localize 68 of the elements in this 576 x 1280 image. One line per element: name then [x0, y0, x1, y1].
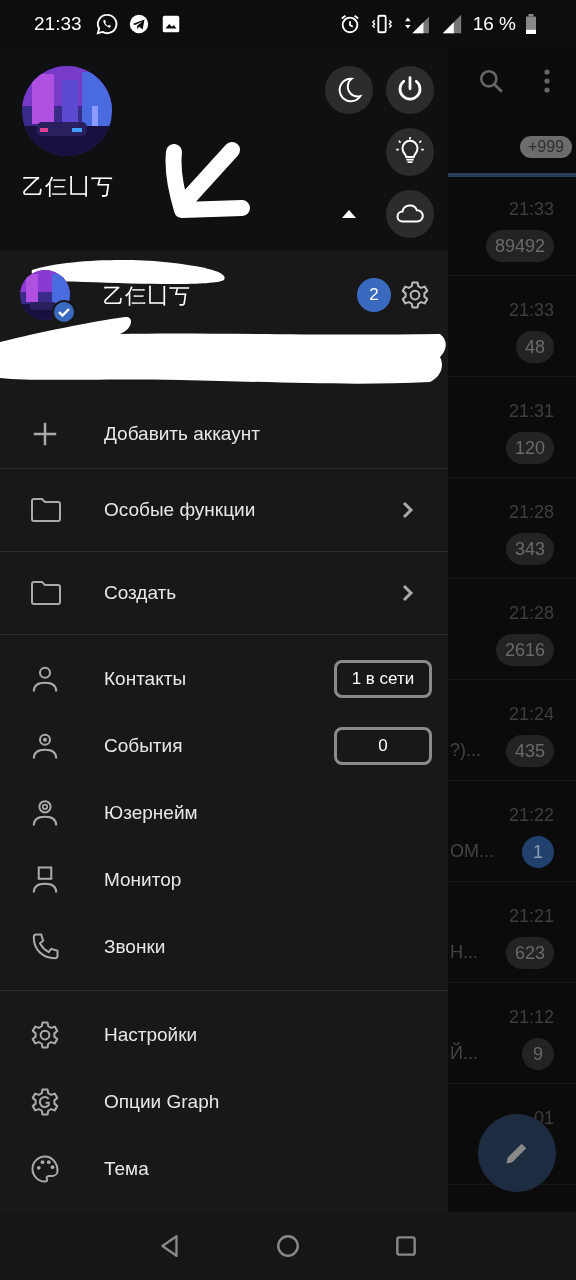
signal-icon [440, 13, 463, 35]
menu-item[interactable]: Звонки [0, 913, 448, 980]
folder-icon [30, 580, 62, 607]
gear-icon [30, 1086, 60, 1117]
chevron-icon [402, 501, 414, 520]
folder-item[interactable]: Создать [0, 552, 448, 634]
message-preview: Й... [450, 1043, 478, 1063]
menu-label: Тема [104, 1157, 149, 1180]
chevron-icon [402, 584, 414, 603]
add-account-item[interactable]: Добавить аккаунт [0, 400, 448, 469]
menu-label: Звонки [104, 935, 166, 958]
profile-name: 乙仨凵丂 [22, 173, 115, 201]
total-unread-badge: +999 [519, 136, 572, 158]
unread-count: 2 [357, 278, 391, 312]
settings-icon[interactable] [400, 280, 430, 310]
unread-badge: 89492 [485, 230, 554, 262]
lightbulb-button[interactable] [386, 128, 434, 176]
menu-label: Монитор [104, 868, 182, 891]
unread-badge: 435 [505, 735, 554, 767]
menu-label: Создать [104, 582, 177, 605]
chat-bubble-icon [95, 13, 118, 35]
person-monitor-icon [30, 864, 60, 895]
folder-item[interactable]: Особые функции [0, 469, 448, 552]
moon-button[interactable] [325, 66, 373, 114]
count-badge: 0 [334, 726, 432, 765]
unread-badge: 9 [522, 1038, 554, 1070]
unread-badge: 2616 [495, 634, 554, 666]
unread-badge: 343 [505, 533, 554, 565]
menu-item[interactable]: События 0 [0, 712, 448, 779]
menu-label: События [104, 734, 183, 757]
message-preview: Н... [450, 942, 478, 962]
folder-icon [30, 497, 62, 524]
menu-item[interactable]: Опции Graph [0, 1068, 448, 1135]
unread-badge: 120 [505, 432, 554, 464]
menu-label: Юзернейм [104, 801, 198, 824]
message-preview: ?)... [450, 740, 481, 760]
unread-badge: 48 [515, 331, 554, 363]
vibrate-icon [370, 13, 393, 35]
menu-label: Опции Graph [104, 1090, 220, 1113]
menu-item[interactable]: Настройки [0, 1001, 448, 1068]
count-badge: 1 в сети [334, 659, 432, 698]
more-icon[interactable] [544, 69, 550, 93]
menu-label: Настройки [104, 1023, 198, 1046]
cloud-button[interactable] [386, 190, 434, 238]
menu-item[interactable]: Монитор [0, 846, 448, 913]
account-name: 乙仨凵丂 [103, 283, 191, 309]
menu-label: Добавить аккаунт [104, 423, 260, 446]
power-button[interactable] [386, 66, 434, 114]
clock-time: 21:33 [34, 13, 82, 35]
battery-icon [526, 14, 536, 34]
settings-icon [30, 1019, 60, 1050]
recents-icon[interactable] [393, 1233, 419, 1259]
phone-icon [30, 931, 60, 962]
menu-label: Контакты [104, 667, 187, 690]
message-preview: ОМ... [450, 841, 494, 861]
unread-badge: 1 [522, 836, 554, 868]
unread-badge: 623 [505, 937, 554, 969]
menu-item[interactable]: Контакты 1 в сети [0, 645, 448, 712]
home-icon[interactable] [275, 1233, 301, 1259]
menu-item[interactable]: Тема [0, 1135, 448, 1202]
battery-percent: 16 % [472, 13, 516, 35]
caret-icon[interactable] [342, 210, 356, 218]
paper-plane-icon [127, 13, 150, 35]
search-icon[interactable] [478, 68, 504, 94]
person-at-icon [30, 797, 60, 828]
menu-label: Особые функции [104, 499, 256, 522]
palette-icon [30, 1153, 60, 1184]
menu-item[interactable]: Юзернейм [0, 779, 448, 846]
